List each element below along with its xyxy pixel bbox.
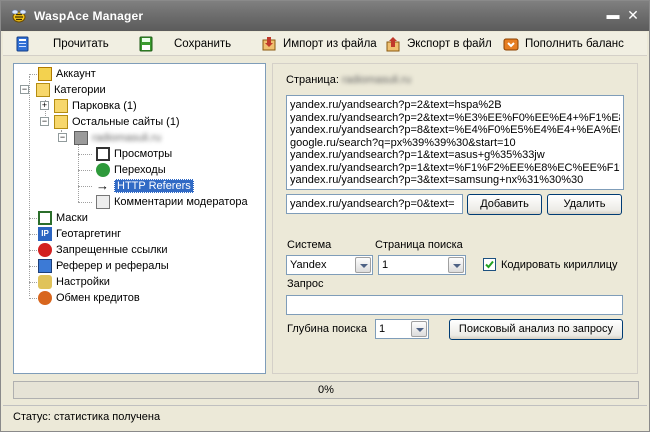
- navigation-tree[interactable]: Аккаунт − Категории + Парковка (1) − Ост…: [13, 63, 266, 374]
- tree-item-referrer[interactable]: Реферер и рефералы: [38, 258, 169, 274]
- comments-icon: [96, 195, 110, 209]
- read-icon: [16, 36, 29, 52]
- search-page-select[interactable]: 1: [378, 255, 466, 275]
- tree-item-transitions[interactable]: Переходы: [96, 162, 166, 178]
- list-item[interactable]: yandex.ru/yandsearch?p=2&text=%E3%EE%F0%…: [290, 112, 620, 125]
- tree-item-site[interactable]: − radiomasuli.ru: [58, 130, 161, 146]
- wallet-icon: [503, 38, 519, 51]
- page-value: radiomasuli.ru: [342, 74, 412, 86]
- status-bar: Статус: статистика получена: [3, 405, 647, 429]
- views-icon: [96, 147, 110, 161]
- arrow-right-icon: →: [96, 178, 109, 193]
- title-bar[interactable]: WaspAce Manager ▬ ✕: [1, 1, 649, 31]
- list-item[interactable]: yandex.ru/yandsearch?p=3&text=samsung+nx…: [290, 174, 620, 187]
- close-icon[interactable]: ✕: [626, 8, 640, 22]
- read-button[interactable]: Прочитать: [15, 35, 109, 53]
- progress-bar: 0%: [13, 381, 639, 399]
- page-label: Страница:: [286, 74, 339, 86]
- search-depth-select[interactable]: 1: [375, 319, 429, 339]
- system-label: Система: [287, 239, 332, 251]
- export-icon: [386, 37, 400, 52]
- chevron-down-icon[interactable]: [355, 257, 371, 273]
- top-up-balance-button[interactable]: Пополнить баланс: [503, 35, 624, 53]
- tree-item-account[interactable]: Аккаунт: [38, 66, 96, 82]
- new-referer-input[interactable]: yandex.ru/yandsearch?p=0&text=: [286, 194, 463, 214]
- forbidden-icon: [38, 243, 52, 257]
- tree-item-parking[interactable]: + Парковка (1): [40, 98, 137, 114]
- window-title: WaspAce Manager: [34, 9, 144, 23]
- expand-icon[interactable]: +: [40, 101, 49, 110]
- collapse-icon[interactable]: −: [20, 85, 29, 94]
- search-depth-label: Глубина поиска: [287, 323, 367, 335]
- tree-item-categories[interactable]: − Категории: [20, 82, 106, 98]
- tree-item-masks[interactable]: Маски: [38, 210, 88, 226]
- delete-referer-button[interactable]: Удалить: [547, 194, 622, 215]
- save-icon: [139, 36, 153, 52]
- progress-text: 0%: [318, 384, 334, 396]
- masks-icon: [38, 211, 52, 225]
- checkmark-icon: [485, 260, 494, 269]
- tree-item-moderator-comments[interactable]: Комментарии модератора: [96, 194, 248, 210]
- collapse-icon[interactable]: −: [40, 117, 49, 126]
- search-page-label: Страница поиска: [375, 239, 463, 251]
- list-item[interactable]: google.ru/search?q=px%39%39%30&start=10: [290, 137, 620, 150]
- wasp-app-icon: [11, 9, 27, 23]
- system-select[interactable]: Yandex: [286, 255, 373, 275]
- import-icon: [262, 37, 276, 51]
- add-referer-button[interactable]: Добавить: [467, 194, 542, 215]
- tree-item-settings[interactable]: Настройки: [38, 274, 110, 290]
- encode-cyrillic-label: Кодировать кириллицу: [501, 259, 618, 271]
- tree-item-credit-exchange[interactable]: Обмен кредитов: [38, 290, 140, 306]
- list-item[interactable]: yandex.ru/yandsearch?p=2&text=hspa%2B: [290, 99, 620, 112]
- chevron-down-icon[interactable]: [448, 257, 464, 273]
- query-label: Запрос: [287, 278, 324, 290]
- list-item[interactable]: yandex.ru/yandsearch?p=1&text=%F1%F2%EE%…: [290, 162, 620, 175]
- tree-item-geotargeting[interactable]: IP Геотаргетинг: [38, 226, 121, 242]
- tree-item-views[interactable]: Просмотры: [96, 146, 172, 162]
- query-input[interactable]: [286, 295, 623, 315]
- minimize-icon[interactable]: ▬: [606, 8, 620, 22]
- account-icon: [38, 67, 52, 81]
- site-icon: [74, 131, 88, 145]
- status-text: Статус: статистика получена: [13, 411, 161, 423]
- folder-open-icon: [36, 83, 50, 97]
- credit-exchange-icon: [38, 291, 52, 305]
- list-item[interactable]: yandex.ru/yandsearch?p=1&text=asus+g%35%…: [290, 149, 620, 162]
- toolbar: Прочитать Сохранить Импорт из файла Эксп…: [3, 32, 647, 56]
- export-file-button[interactable]: Экспорт в файл: [385, 35, 492, 53]
- tree-item-other-sites[interactable]: − Остальные сайты (1): [40, 114, 180, 130]
- encode-cyrillic-checkbox[interactable]: [483, 258, 496, 271]
- settings-icon: [38, 275, 52, 289]
- geotargeting-icon: IP: [38, 227, 52, 241]
- save-button[interactable]: Сохранить: [138, 35, 231, 53]
- import-file-button[interactable]: Импорт из файла: [261, 35, 377, 53]
- app-window: WaspAce Manager ▬ ✕ Прочитать Сохранить: [0, 0, 650, 432]
- folder-icon: [54, 99, 68, 113]
- referers-list[interactable]: yandex.ru/yandsearch?p=2&text=hspa%2B ya…: [286, 95, 624, 190]
- transitions-icon: [96, 163, 110, 177]
- search-analysis-button[interactable]: Поисковый анализ по запросу: [449, 319, 623, 340]
- collapse-icon[interactable]: −: [58, 133, 67, 142]
- tree-item-http-referers[interactable]: → HTTP Referers: [96, 178, 194, 194]
- chevron-down-icon[interactable]: [411, 321, 427, 337]
- folder-open-icon: [54, 115, 68, 129]
- list-item[interactable]: yandex.ru/yandsearch?p=8&text=%E4%F0%E5%…: [290, 124, 620, 137]
- tree-item-forbidden-links[interactable]: Запрещенные ссылки: [38, 242, 168, 258]
- referrer-icon: [38, 259, 52, 273]
